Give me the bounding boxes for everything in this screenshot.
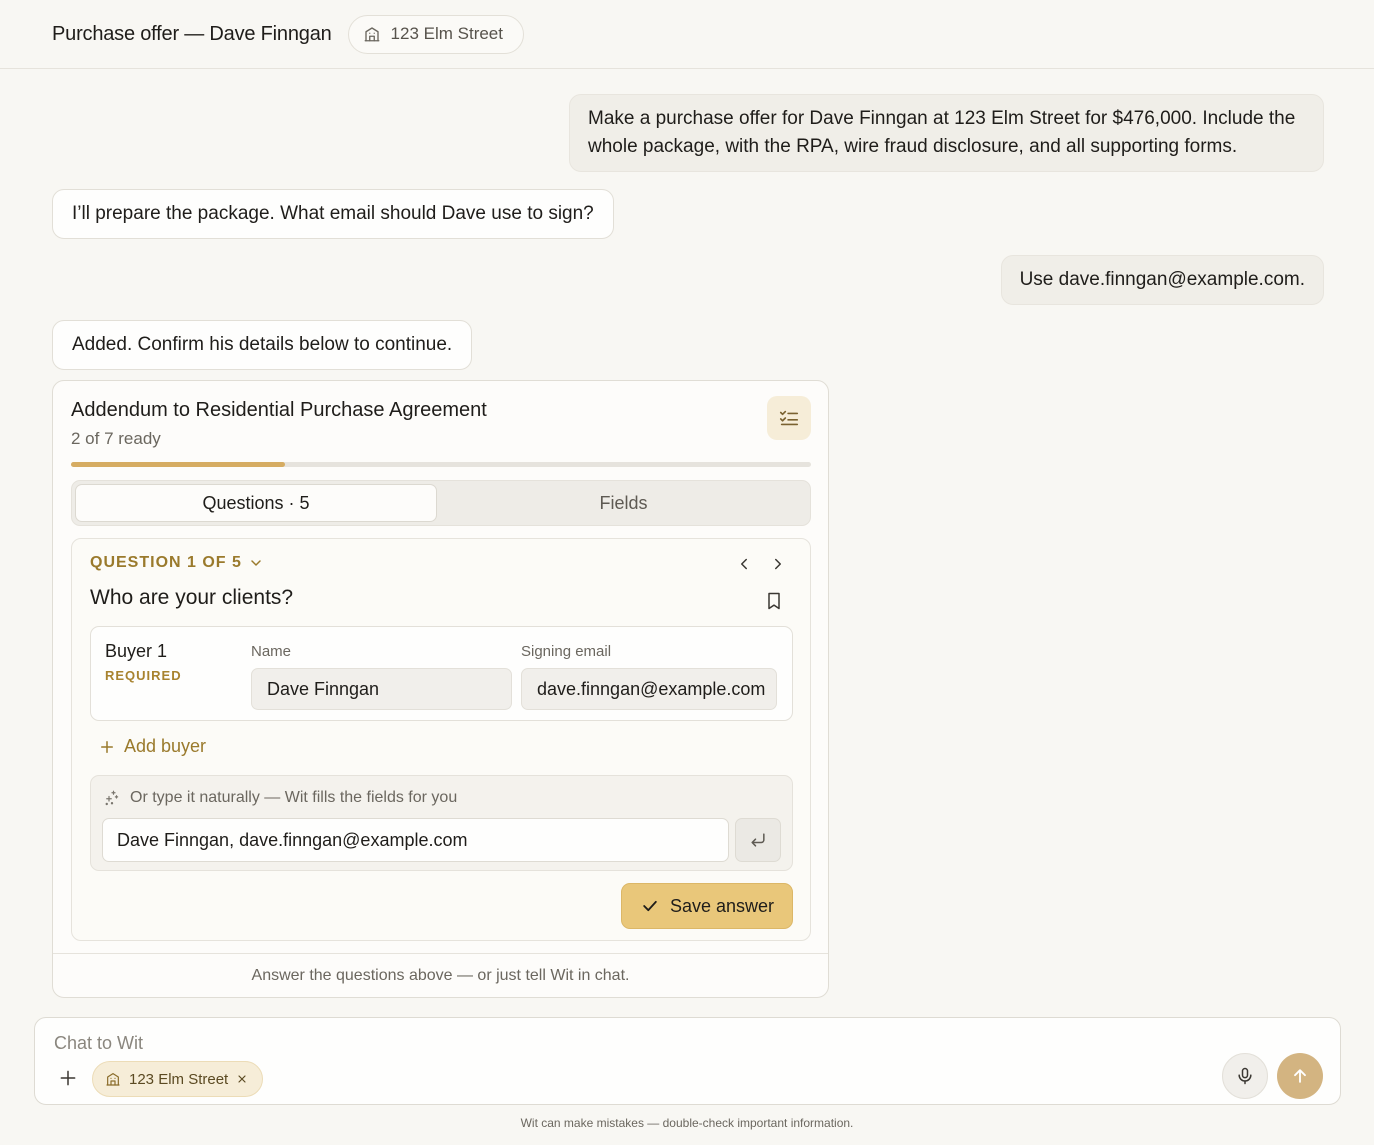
natural-language-box: Or type it naturally — Wit fills the fie… <box>90 775 793 871</box>
page-title: Purchase offer — Dave Finngan <box>52 22 332 45</box>
check-icon <box>640 896 660 916</box>
sparkles-icon <box>103 789 121 807</box>
next-question-button[interactable] <box>766 552 790 576</box>
building-icon <box>105 1071 121 1087</box>
user-message: Make a purchase offer for Dave Finngan a… <box>569 94 1324 172</box>
buyer-label: Buyer 1 <box>105 641 168 661</box>
page-header: Purchase offer — Dave Finngan 123 Elm St… <box>0 0 1374 69</box>
message-text: Added. Confirm his details below to cont… <box>72 334 453 355</box>
message-text: Use dave.finngan@example.com. <box>1019 269 1305 290</box>
save-answer-button[interactable]: Save answer <box>621 883 793 929</box>
property-chip[interactable]: 123 Elm Street <box>347 14 524 54</box>
context-chip-label: 123 Elm Street <box>129 1070 229 1088</box>
message-text: I’ll prepare the package. What email sho… <box>72 203 594 224</box>
previous-question-button[interactable] <box>732 552 756 576</box>
buyer-name-input[interactable]: Dave Finngan <box>251 668 512 710</box>
form-tabs: Questions · 5 Fields <box>71 480 811 526</box>
natural-language-label: Or type it naturally — Wit fills the fie… <box>130 789 458 806</box>
plus-icon <box>58 1068 78 1088</box>
microphone-button[interactable] <box>1222 1053 1268 1099</box>
form-card-footer: Answer the questions above — or just tel… <box>53 953 828 997</box>
question-panel: QUESTION 1 OF 5 Who are your clients? Bu… <box>71 538 811 941</box>
signing-email-label: Signing email <box>521 643 612 660</box>
close-icon[interactable] <box>236 1073 248 1085</box>
microphone-icon <box>1235 1066 1255 1086</box>
chevron-right-icon <box>769 555 787 573</box>
bookmark-button[interactable] <box>762 589 786 613</box>
submit-natural-button[interactable] <box>735 818 781 862</box>
add-buyer-button[interactable]: Add buyer <box>98 736 206 757</box>
chat-composer[interactable]: Chat to Wit 123 Elm Street <box>34 1017 1341 1105</box>
chevron-left-icon <box>735 555 753 573</box>
natural-language-hint: Or type it naturally — Wit fills the fie… <box>103 789 457 807</box>
form-card: Addendum to Residential Purchase Agreeme… <box>52 380 829 998</box>
assistant-message: Added. Confirm his details below to cont… <box>52 320 473 370</box>
chevron-down-icon <box>248 555 264 571</box>
question-title: Who are your clients? <box>90 586 294 609</box>
enter-icon <box>748 830 768 850</box>
tab-questions[interactable]: Questions · 5 <box>75 484 437 522</box>
add-buyer-label: Add buyer <box>124 736 207 756</box>
checklist-icon <box>778 407 800 429</box>
disclaimer: Wit can make mistakes — double-check imp… <box>520 1116 854 1130</box>
tab-fields[interactable]: Fields <box>438 484 809 522</box>
context-chip[interactable]: 123 Elm Street <box>92 1061 264 1097</box>
plus-icon <box>98 738 116 756</box>
send-button[interactable] <box>1277 1053 1323 1099</box>
attach-button[interactable] <box>57 1067 79 1089</box>
question-counter: QUESTION 1 OF 5 <box>90 554 242 571</box>
form-status: 2 of 7 ready <box>71 429 161 448</box>
user-message: Use dave.finngan@example.com. <box>1000 255 1324 305</box>
message-text: Make a purchase offer for Dave Finngan a… <box>588 108 1296 157</box>
property-chip-label: 123 Elm Street <box>390 24 503 43</box>
question-counter-dropdown[interactable]: QUESTION 1 OF 5 <box>90 554 264 572</box>
building-icon <box>363 25 381 43</box>
bookmark-icon <box>764 590 784 612</box>
checklist-button[interactable] <box>767 396 811 440</box>
required-badge: REQUIRED <box>105 668 182 683</box>
form-title: Addendum to Residential Purchase Agreeme… <box>71 399 487 421</box>
progress-fill <box>71 462 285 467</box>
save-answer-label: Save answer <box>669 895 775 916</box>
name-label: Name <box>251 643 292 660</box>
arrow-up-icon <box>1290 1066 1310 1086</box>
buyer-row: Buyer 1 REQUIRED Name Dave Finngan Signi… <box>90 626 793 721</box>
chat-input[interactable]: Chat to Wit <box>54 1033 143 1054</box>
signing-email-input[interactable]: dave.finngan@example.com <box>521 668 777 710</box>
assistant-message: I’ll prepare the package. What email sho… <box>52 189 614 239</box>
natural-language-input[interactable]: Dave Finngan, dave.finngan@example.com <box>102 818 729 862</box>
progress-bar <box>71 462 811 467</box>
